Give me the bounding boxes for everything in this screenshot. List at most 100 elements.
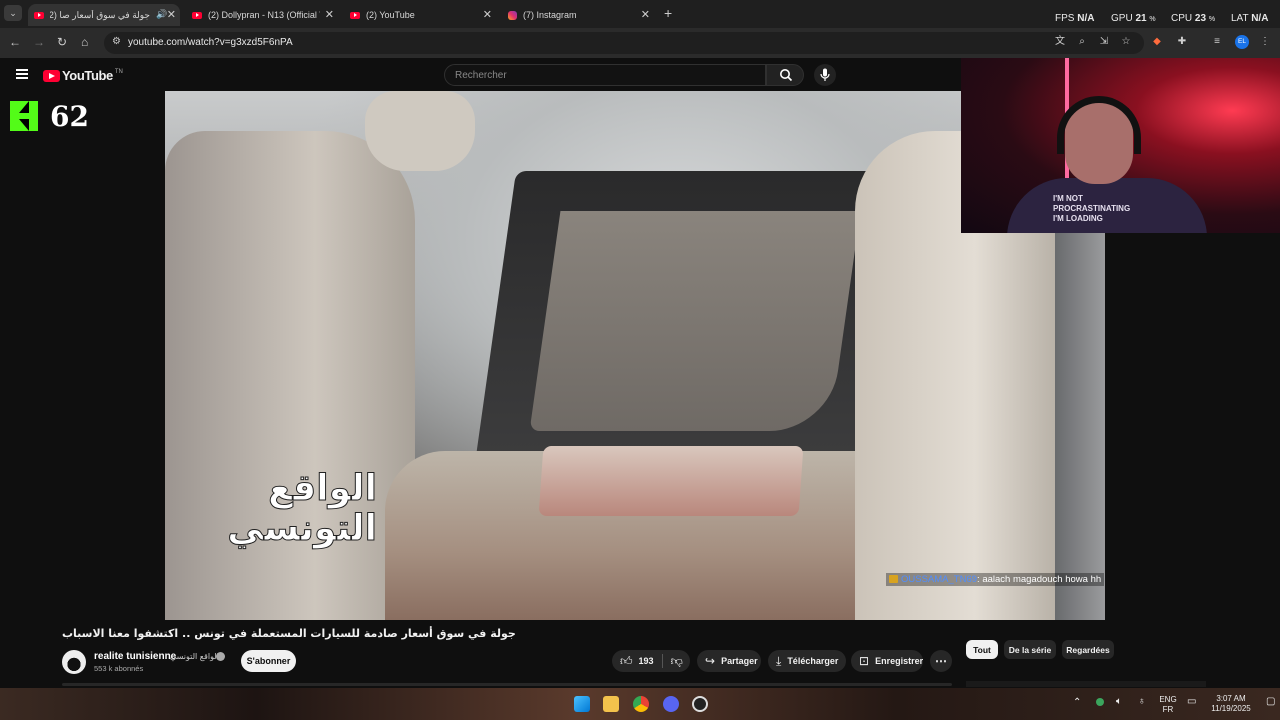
file-explorer-icon[interactable] [603,696,619,712]
lat-readout: LAT N/A [1231,13,1269,24]
clock[interactable]: 3:07 AM 11/19/2025 [1205,694,1257,714]
search-input[interactable] [455,70,755,81]
install-app-icon[interactable]: ⇲ [1098,36,1110,48]
chat-username: OUSSAMA_TN69 [901,574,978,585]
extensions-puzzle-icon[interactable]: ✚ [1176,36,1188,48]
bookmark-icon: ⊡ [859,654,870,668]
address-bar[interactable]: ⚙ youtube.com/watch?v=g3xzd5F6nPA 文 ⌕ ⇲ … [104,32,1144,54]
video-scene-door-panel [529,211,861,431]
download-label: Télécharger [787,656,839,666]
like-icon[interactable]: 👍︎ [620,654,633,669]
chat-badge-icon [889,575,898,583]
channel-avatar[interactable] [62,650,86,674]
new-tab-button[interactable]: + [664,5,672,21]
site-info-icon[interactable]: ⚙ [112,36,121,47]
browser-tab-1[interactable]: جولة في سوق أسعار صا (2) 🔊 ✕ [28,4,180,26]
microphone-tray-icon[interactable]: ♁ [1138,697,1146,707]
headset-icon [1057,96,1141,154]
verified-icon [216,652,225,661]
country-code: TN [114,68,123,75]
dislike-icon[interactable]: 👎︎ [671,654,683,669]
save-label: Enregistrer [875,656,924,666]
shirt-text: I'M NOT PROCRASTINATING I'M LOADING [1053,194,1131,223]
browser-toolbar: ← → ↻ ⌂ ⚙ youtube.com/watch?v=g3xzd5F6nP… [0,28,1280,58]
channel-name[interactable]: realite tunisienne [94,651,176,662]
tab-title: جولة في سوق أسعار صا (2) [50,9,150,20]
tray-overflow-icon[interactable]: ⌃ [1073,698,1081,708]
more-actions-button[interactable]: ⋯ [930,650,952,672]
like-count[interactable]: 193 [639,656,654,666]
more-icon: ⋯ [935,654,947,668]
zoom-icon[interactable]: ⌕ [1076,36,1088,48]
cpu-readout: CPU 23 % [1171,13,1216,24]
browser-tab-4[interactable]: (7) Instagram ✕ [502,4,654,26]
language-indicator[interactable]: ENG FR [1158,695,1178,715]
chat-text: aalach magadouch howa hh [982,574,1102,585]
search-field[interactable] [444,64,766,86]
chip-watched[interactable]: Regardées [1062,640,1114,659]
tab-search-button[interactable]: ⌄ [4,5,22,21]
forward-icon[interactable]: → [33,35,45,49]
tab-title: (2) YouTube [366,10,415,20]
youtube-logo[interactable]: YouTube TN [43,68,123,83]
back-icon[interactable]: ← [9,35,21,49]
search-button[interactable] [766,64,804,86]
tab-title: (2) Dollypran - N13 (Official Vi [208,10,320,20]
video-scene-headrest [365,91,475,171]
windows-start-icon[interactable] [574,696,590,712]
discord-icon[interactable] [663,696,679,712]
microphone-icon [820,68,830,81]
like-dislike-group: 👍︎ 193 👎︎ [612,650,690,672]
bookmark-star-icon[interactable]: ☆ [1120,36,1132,48]
windows-taskbar: ⌃ 🔈︎ ♁ ENG FR ▭ 3:07 AM 11/19/2025 ▢ [0,688,1280,720]
browser-menu-icon[interactable]: ⋮ [1259,36,1271,48]
speaker-icon[interactable]: 🔊 [156,10,167,20]
chip-all[interactable]: Tout [966,640,998,659]
share-label: Partager [721,656,758,666]
channel-name-arabic[interactable]: الواقع التونسي [170,652,219,661]
recommendation-edge [966,681,1206,687]
chrome-icon[interactable] [633,696,649,712]
translate-icon[interactable]: 文 [1054,36,1066,48]
close-tab-icon[interactable]: ✕ [167,8,176,21]
reload-icon[interactable]: ↻ [57,35,67,49]
browser-tab-3[interactable]: (2) YouTube ✕ [344,4,496,26]
chip-series[interactable]: De la série [1004,640,1056,659]
subscribe-button[interactable]: S'abonner [241,650,296,672]
browser-tab-2[interactable]: (2) Dollypran - N13 (Official Vi ✕ [186,4,338,26]
video-title: جولة في سوق أسعار صادمة للسيارات المستعم… [62,627,516,640]
share-icon: ↪ [705,654,716,668]
chat-message: OUSSAMA_TN69: aalach magadouch howa hh [886,573,1105,586]
voice-search-button[interactable] [814,64,836,86]
browser-tab-strip: ⌄ جولة في سوق أسعار صا (2) 🔊 ✕ (2) Dolly… [0,0,1280,28]
profile-avatar[interactable]: EL [1235,35,1249,49]
close-tab-icon[interactable]: ✕ [325,8,334,21]
tab-title: (7) Instagram [523,10,577,20]
youtube-wordmark: YouTube [62,68,113,83]
reading-list-icon[interactable]: ≡ [1211,36,1223,48]
tray-app-icon[interactable] [1096,698,1104,706]
download-icon: ⤓ [776,653,782,668]
close-tab-icon[interactable]: ✕ [641,8,650,21]
divider [661,654,663,668]
kick-logo-icon [10,101,38,131]
youtube-icon [192,11,202,19]
youtube-icon [34,11,44,19]
url-text[interactable]: youtube.com/watch?v=g3xzd5F6nPA [128,37,293,48]
notifications-icon[interactable]: ▢ [1266,697,1275,707]
home-icon[interactable]: ⌂ [81,35,88,49]
extension-icon[interactable]: ◆ [1151,36,1163,48]
volume-icon[interactable]: 🔈︎ [1116,697,1122,707]
gpu-readout: GPU 21 % [1111,13,1156,24]
close-tab-icon[interactable]: ✕ [483,8,492,21]
description-box-edge [62,683,952,686]
youtube-icon [350,11,360,19]
download-button[interactable]: ⤓ Télécharger [768,650,846,672]
youtube-play-icon [43,69,60,82]
menu-icon[interactable] [16,69,28,79]
network-icon[interactable]: ▭ [1187,697,1196,707]
save-button[interactable]: ⊡ Enregistrer [851,650,923,672]
obs-icon[interactable] [692,696,708,712]
channel-watermark: الواقع التونسي [227,468,378,549]
share-button[interactable]: ↪ Partager [697,650,761,672]
